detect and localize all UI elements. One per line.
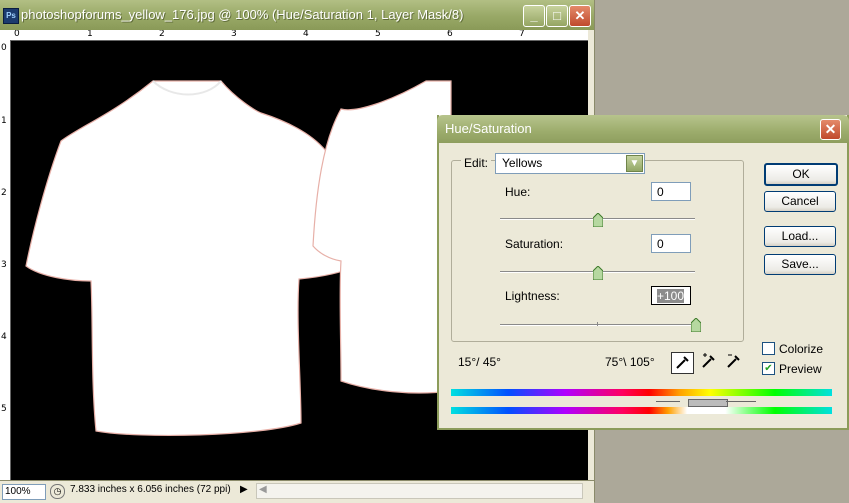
hue-slider-thumb[interactable] bbox=[592, 212, 604, 228]
ruler-left-0: 0 bbox=[1, 43, 7, 53]
ruler-top-0: 0 bbox=[14, 30, 20, 39]
dialog-title: Hue/Saturation bbox=[445, 121, 532, 136]
ruler-top[interactable]: 0 1 2 3 4 5 6 7 bbox=[10, 30, 588, 41]
range-left-text: 15°/ 45° bbox=[458, 355, 501, 369]
edit-dropdown-value: Yellows bbox=[502, 156, 543, 170]
saturation-input[interactable]: 0 bbox=[651, 234, 691, 253]
ruler-top-4: 4 bbox=[303, 30, 309, 39]
document-title: photoshopforums_yellow_176.jpg @ 100% (H… bbox=[21, 7, 464, 22]
cancel-button[interactable]: Cancel bbox=[764, 191, 836, 212]
range-right-text: 75°\ 105° bbox=[605, 355, 655, 369]
ruler-top-6: 6 bbox=[447, 30, 453, 39]
zoom-field[interactable]: 100% bbox=[2, 484, 46, 500]
ruler-left-4: 4 bbox=[1, 332, 7, 342]
status-info: 7.833 inches x 6.056 inches (72 ppi) bbox=[70, 484, 231, 495]
preview-label: Preview bbox=[779, 362, 822, 376]
hue-label: Hue: bbox=[505, 185, 531, 199]
colorize-label: Colorize bbox=[779, 342, 824, 356]
document-title-bar[interactable]: Ps photoshopforums_yellow_176.jpg @ 100%… bbox=[0, 0, 594, 30]
horizontal-scrollbar[interactable]: ◀ bbox=[256, 483, 583, 499]
lightness-center-tick bbox=[597, 322, 598, 326]
ruler-left-5: 5 bbox=[1, 404, 7, 414]
tshirt-front bbox=[25, 80, 357, 436]
lightness-slider-thumb[interactable] bbox=[690, 317, 702, 333]
status-bar: 100% ◷ 7.833 inches x 6.056 inches (72 p… bbox=[0, 480, 594, 503]
preview-checkbox[interactable]: ✔ bbox=[762, 362, 775, 375]
ok-button[interactable]: OK bbox=[764, 163, 838, 186]
scroll-left-icon[interactable]: ◀ bbox=[259, 484, 267, 495]
ruler-top-7: 7 bbox=[519, 30, 525, 39]
lightness-value: +100 bbox=[657, 289, 685, 303]
edit-dropdown[interactable]: Yellows ▼ bbox=[495, 153, 645, 174]
eyedropper-plus-icon[interactable] bbox=[698, 352, 719, 372]
ruler-top-3: 3 bbox=[231, 30, 237, 39]
ruler-top-5: 5 bbox=[375, 30, 381, 39]
eyedropper-minus-icon[interactable] bbox=[723, 352, 744, 372]
lightness-label: Lightness: bbox=[505, 289, 560, 303]
color-range-slider[interactable] bbox=[451, 397, 832, 407]
saturation-slider-thumb[interactable] bbox=[592, 265, 604, 281]
status-menu-arrow-icon[interactable]: ▶ bbox=[240, 484, 248, 495]
ruler-left-1: 1 bbox=[1, 116, 7, 126]
maximize-icon[interactable]: □ bbox=[546, 5, 568, 27]
saturation-label: Saturation: bbox=[505, 237, 564, 251]
range-center-bar[interactable] bbox=[688, 399, 728, 407]
minimize-icon[interactable]: _ bbox=[523, 5, 545, 27]
edit-groupbox bbox=[451, 160, 744, 342]
hue-input[interactable]: 0 bbox=[651, 182, 691, 201]
lightness-input[interactable]: +100 bbox=[651, 286, 691, 305]
status-info-icon[interactable]: ◷ bbox=[50, 484, 65, 499]
color-bar-bottom bbox=[451, 407, 832, 414]
close-icon[interactable]: ✕ bbox=[569, 5, 591, 27]
dialog-title-bar[interactable]: Hue/Saturation ✕ bbox=[437, 115, 849, 143]
colorize-checkbox[interactable] bbox=[762, 342, 775, 355]
range-falloff-left bbox=[656, 401, 680, 402]
edit-label: Edit: bbox=[461, 156, 492, 170]
ruler-left-2: 2 bbox=[1, 188, 7, 198]
range-falloff-right bbox=[726, 401, 756, 402]
color-bar-top bbox=[451, 389, 832, 396]
tshirt-back bbox=[312, 80, 452, 394]
photoshop-icon: Ps bbox=[3, 8, 19, 24]
ruler-left-3: 3 bbox=[1, 260, 7, 270]
eyedropper-icon[interactable] bbox=[671, 352, 694, 374]
ruler-top-2: 2 bbox=[159, 30, 165, 39]
save-button[interactable]: Save... bbox=[764, 254, 836, 275]
chevron-down-icon[interactable]: ▼ bbox=[626, 155, 643, 172]
dialog-close-icon[interactable]: ✕ bbox=[820, 119, 841, 140]
load-button[interactable]: Load... bbox=[764, 226, 836, 247]
ruler-top-1: 1 bbox=[87, 30, 93, 39]
ruler-left[interactable]: 0 1 2 3 4 5 bbox=[0, 40, 11, 480]
